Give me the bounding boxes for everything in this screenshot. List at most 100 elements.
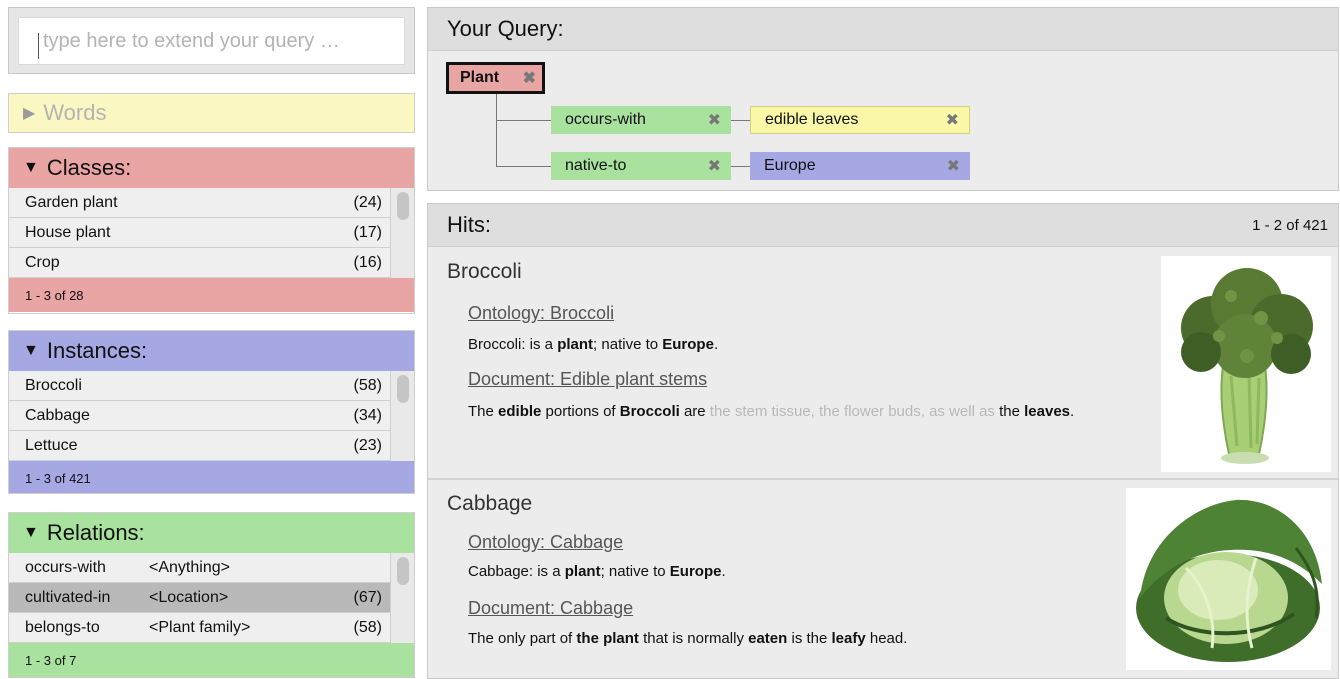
item-count: (24) (353, 193, 382, 211)
triangle-right-icon: ▶ (23, 105, 36, 122)
close-icon[interactable]: ✖ (708, 110, 721, 130)
tree-line (496, 94, 497, 166)
item-name: Garden plant (25, 193, 118, 211)
triangle-down-icon: ▼ (23, 342, 39, 359)
tree-line (496, 120, 551, 121)
search-input[interactable] (31, 18, 401, 64)
classes-label: Classes: (46, 155, 132, 180)
query-title: Your Query: (428, 8, 1338, 51)
chip-label: Plant (460, 69, 500, 86)
item-count: (23) (353, 436, 382, 454)
scrollbar[interactable] (390, 553, 414, 643)
query-instance-chip[interactable]: Europe ✖ (750, 152, 970, 180)
list-item[interactable]: belongs-to <Plant family> (58) (9, 613, 390, 643)
ontology-link[interactable]: Ontology: Cabbage (468, 532, 623, 553)
chip-label: occurs-with (565, 111, 646, 128)
hits-title-text: Hits: (447, 212, 491, 237)
item-count: (67) (353, 588, 382, 606)
words-label: Words (43, 100, 107, 125)
hits-title: Hits: 1 - 2 of 421 (428, 204, 1338, 247)
tree-line (731, 120, 750, 121)
instances-list: Broccoli (58) Cabbage (34) Lettuce (23) (9, 371, 414, 461)
query-relation-chip[interactable]: native-to ✖ (551, 152, 731, 180)
close-icon[interactable]: ✖ (708, 156, 721, 176)
hit-item: Cabbage Ontology: Cabbage Cabbage: is a … (428, 482, 1338, 678)
item-name: House plant (25, 223, 111, 241)
relation-target: <Plant family> (149, 618, 251, 636)
relations-panel: ▼ Relations: occurs-with <Anything> cult… (8, 512, 415, 678)
document-link[interactable]: Document: Cabbage (468, 598, 633, 619)
list-item[interactable]: occurs-with <Anything> (9, 553, 390, 583)
tree-line (496, 166, 551, 167)
hit-title: Broccoli (447, 260, 522, 283)
hit-title: Cabbage (447, 492, 533, 515)
ontology-link[interactable]: Ontology: Broccoli (468, 303, 614, 324)
close-icon[interactable]: ✖ (523, 68, 536, 88)
item-name: Cabbage (25, 406, 90, 424)
relations-footer: 1 - 3 of 7 (9, 643, 414, 677)
search-panel (8, 7, 415, 74)
list-item[interactable]: Garden plant (24) (9, 188, 390, 218)
triangle-down-icon: ▼ (23, 159, 39, 176)
hits-range: 1 - 2 of 421 (1252, 216, 1328, 234)
item-count: (34) (353, 406, 382, 424)
divider (428, 478, 1338, 480)
triangle-down-icon: ▼ (23, 524, 39, 541)
item-count: (16) (353, 253, 382, 271)
list-item[interactable]: Lettuce (23) (9, 431, 390, 461)
words-header[interactable]: ▶ Words (9, 94, 414, 132)
item-name: Crop (25, 253, 60, 271)
cabbage-illustration (1136, 499, 1322, 662)
document-text: The edible portions of Broccoli are the … (468, 403, 1075, 420)
scrollbar-thumb[interactable] (397, 375, 409, 403)
instances-header[interactable]: ▼ Instances: (9, 331, 414, 371)
document-link[interactable]: Document: Edible plant stems (468, 369, 707, 390)
scrollbar[interactable] (390, 188, 414, 278)
instances-label: Instances: (46, 338, 148, 363)
list-item[interactable]: House plant (17) (9, 218, 390, 248)
cabbage-image (1126, 488, 1331, 670)
scrollbar-thumb[interactable] (397, 557, 409, 585)
words-panel: ▶ Words (8, 93, 415, 133)
list-item[interactable]: Cabbage (34) (9, 401, 390, 431)
relation-name: cultivated-in (25, 588, 111, 606)
relations-list: occurs-with <Anything> cultivated-in <Lo… (9, 553, 414, 643)
list-item[interactable]: Crop (16) (9, 248, 390, 278)
query-root-chip[interactable]: Plant ✖ (446, 62, 545, 94)
close-icon[interactable]: ✖ (947, 156, 960, 176)
classes-list: Garden plant (24) House plant (17) Crop … (9, 188, 414, 278)
list-item[interactable]: cultivated-in <Location> (67) (9, 583, 390, 613)
query-word-chip[interactable]: edible leaves ✖ (750, 106, 970, 134)
classes-header[interactable]: ▼ Classes: (9, 148, 414, 188)
search-input-wrap (18, 17, 405, 65)
item-count: (17) (353, 223, 382, 241)
instances-footer: 1 - 3 of 421 (9, 461, 414, 493)
item-name: Lettuce (25, 436, 78, 454)
relation-name: occurs-with (25, 558, 106, 576)
hits-panel: Hits: 1 - 2 of 421 Broccoli Ontology: Br… (427, 203, 1339, 679)
relations-label: Relations: (46, 520, 145, 545)
item-count: (58) (353, 618, 382, 636)
ontology-text: Broccoli: is a plant; native to Europe. (468, 336, 719, 353)
classes-panel: ▼ Classes: Garden plant (24) House plant… (8, 147, 415, 314)
close-icon[interactable]: ✖ (946, 110, 959, 130)
classes-footer: 1 - 3 of 28 (9, 278, 414, 312)
broccoli-illustration (1181, 268, 1313, 464)
instances-panel: ▼ Instances: Broccoli (58) Cabbage (34) … (8, 330, 415, 494)
tree-line (731, 166, 750, 167)
relation-target: <Anything> (149, 558, 230, 576)
query-relation-chip[interactable]: occurs-with ✖ (551, 106, 731, 134)
relation-target: <Location> (149, 588, 229, 606)
query-title-text: Your Query: (447, 16, 564, 41)
chip-label: Europe (764, 157, 816, 174)
document-text: The only part of the plant that is norma… (468, 630, 908, 647)
scrollbar-thumb[interactable] (397, 192, 409, 220)
relations-header[interactable]: ▼ Relations: (9, 513, 414, 553)
item-name: Broccoli (25, 376, 82, 394)
hit-item: Broccoli Ontology: Broccoli Broccoli: is… (428, 248, 1338, 480)
scrollbar[interactable] (390, 371, 414, 461)
broccoli-image (1161, 256, 1331, 472)
text-caret (38, 33, 39, 59)
list-item[interactable]: Broccoli (58) (9, 371, 390, 401)
relation-name: belongs-to (25, 618, 100, 636)
